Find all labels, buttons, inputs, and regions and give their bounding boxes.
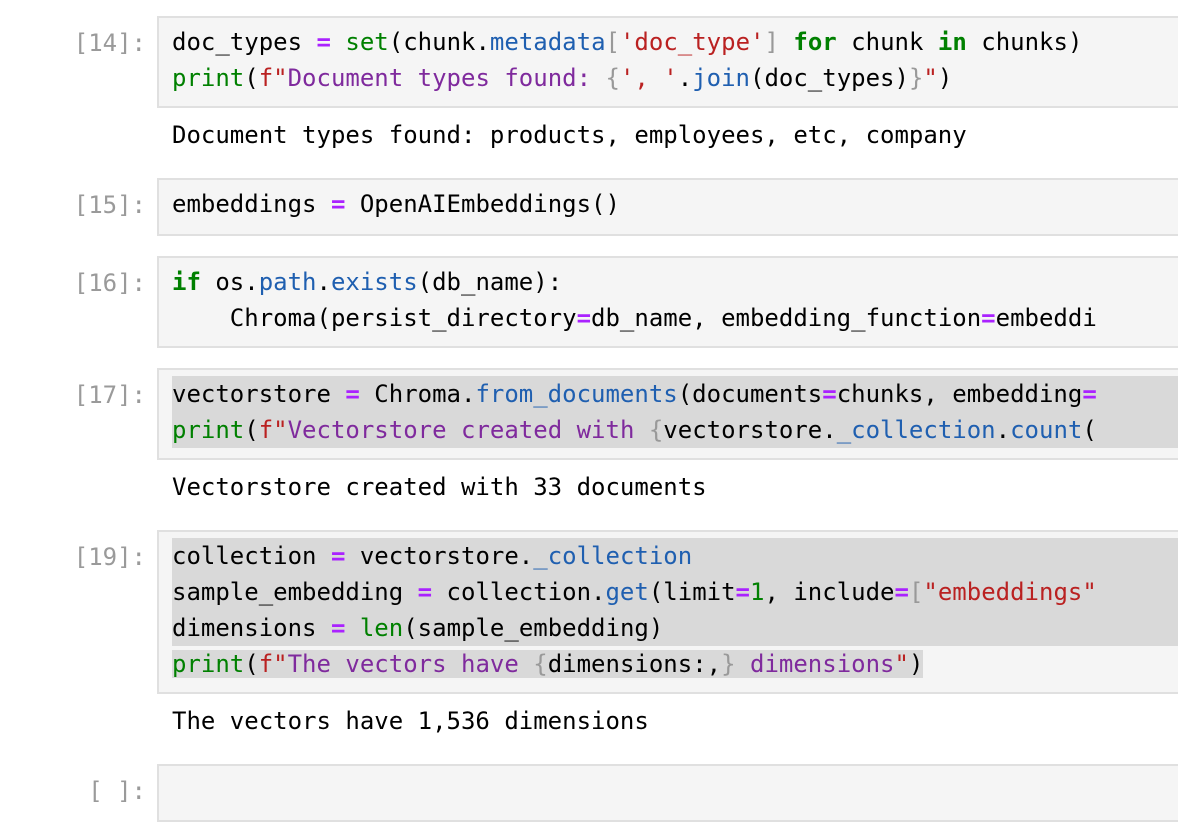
empty-code-cell[interactable] [157,764,1178,822]
code-cell[interactable]: collection = vectorstore._collection samp… [157,530,1178,694]
code-cell[interactable]: embeddings = OpenAIEmbeddings() [157,178,1178,236]
cell-prompt: [17]: [73,381,146,409]
code-line: if os.path.exists(db_name): [172,268,563,296]
cell-prompt: [16]: [73,269,146,297]
code-cell[interactable]: vectorstore = Chroma.from_documents(docu… [157,368,1178,460]
code-editor[interactable]: vectorstore = Chroma.from_documents(docu… [159,370,1178,448]
code-line: doc_types = set(chunk.metadata['doc_type… [172,28,1083,56]
code-cell[interactable]: if os.path.exists(db_name): Chroma(persi… [157,256,1178,348]
code-line: dimensions = len(sample_embedding) [172,610,1178,646]
code-editor[interactable]: embeddings = OpenAIEmbeddings() [159,180,1178,222]
cell-prompt: [15]: [73,191,146,219]
code-line: print(f"The vectors have {dimensions:,} … [172,650,924,678]
code-editor[interactable]: collection = vectorstore._collection samp… [159,532,1178,682]
cell-output: Vectorstore created with 33 documents [172,473,707,501]
code-editor[interactable]: doc_types = set(chunk.metadata['doc_type… [159,18,1178,96]
cell-prompt: [ ]: [88,777,146,805]
code-line: print(f"Vectorstore created with {vector… [172,412,1178,448]
code-line: print(f"Document types found: {', '.join… [172,64,953,92]
code-line: embeddings = OpenAIEmbeddings() [172,190,620,218]
code-line: Chroma(persist_directory=db_name, embedd… [172,304,1097,332]
cell-output: The vectors have 1,536 dimensions [172,707,649,735]
code-editor[interactable] [159,766,1178,772]
code-line: sample_embedding = collection.get(limit=… [172,574,1178,610]
cell-prompt: [19]: [73,543,146,571]
code-editor[interactable]: if os.path.exists(db_name): Chroma(persi… [159,258,1178,336]
cell-prompt: [14]: [73,29,146,57]
code-line: vectorstore = Chroma.from_documents(docu… [172,376,1178,412]
code-cell[interactable]: doc_types = set(chunk.metadata['doc_type… [157,16,1178,108]
code-line: collection = vectorstore._collection [172,538,1178,574]
cell-output: Document types found: products, employee… [172,121,967,149]
